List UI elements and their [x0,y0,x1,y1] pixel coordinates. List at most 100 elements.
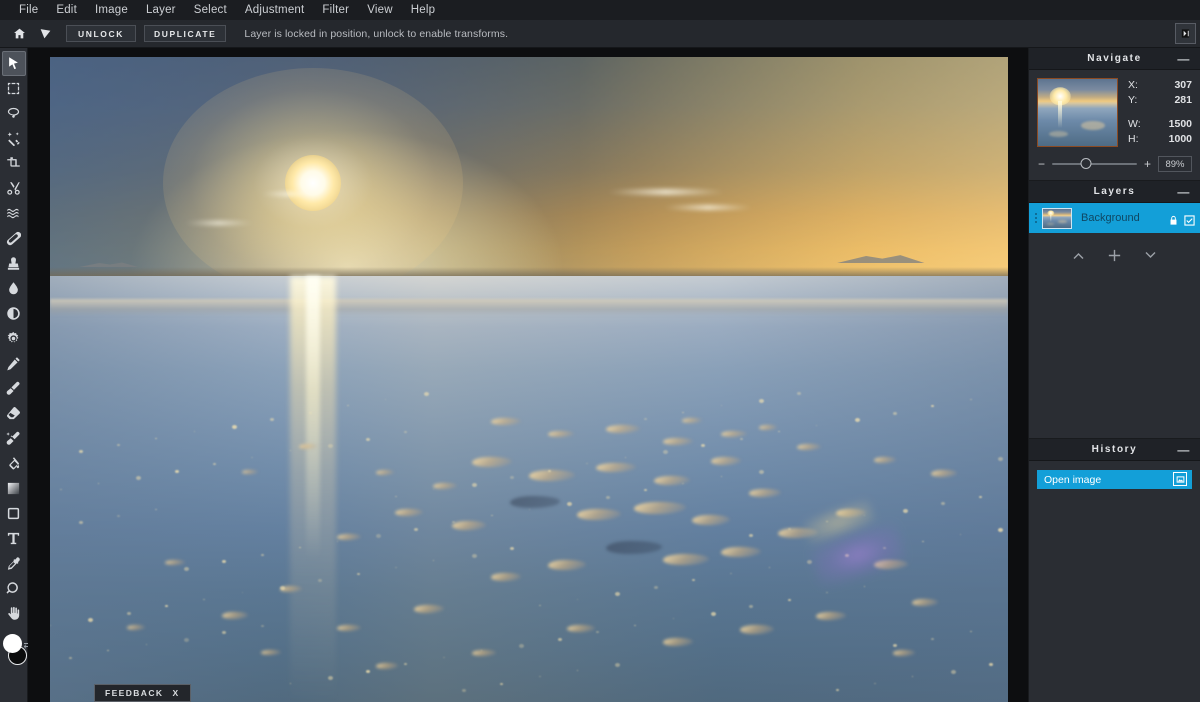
menu-item-select[interactable]: Select [185,0,236,20]
salt-crust [241,469,258,474]
menu-item-help[interactable]: Help [402,0,444,20]
waves-icon [6,206,21,221]
tools-sidebar: ⇄ [0,48,31,702]
home-icon[interactable] [6,21,32,47]
marquee-select-tool[interactable] [2,76,26,101]
menu-item-image[interactable]: Image [86,0,137,20]
move-tool-icon[interactable] [32,21,58,47]
navigator-stats: X: 307 Y: 281 W: 1500 H: 1000 [1128,78,1192,147]
unlock-button[interactable]: UNLOCK [66,25,136,42]
salt-speck [921,540,924,542]
magic-wand-tool[interactable] [2,126,26,151]
foreground-color-swatch[interactable] [2,634,22,653]
clone-stamp-tool[interactable] [2,251,26,276]
salt-speck [232,424,238,429]
shape-tool[interactable] [2,501,26,526]
lasso-tool[interactable] [2,101,26,126]
salt-speck [557,637,562,641]
lock-icon[interactable] [1168,213,1179,231]
color-swatches: ⇄ [0,632,31,678]
menu-item-file[interactable]: File [10,0,47,20]
feedback-close-icon[interactable]: X [172,688,179,698]
paintbrush-tool[interactable] [2,376,26,401]
salt-speck [787,527,791,530]
zoom-in-button[interactable]: + [1143,157,1152,171]
eraser-tool[interactable] [2,401,26,426]
eyedropper-tool[interactable] [2,551,26,576]
list-item[interactable]: Open image [1037,470,1192,489]
layers-minimize-icon[interactable]: — [1177,181,1191,203]
salt-crust [433,482,458,489]
water-drop-icon [6,281,21,296]
zoom-slider-handle[interactable] [1080,158,1092,169]
salt-speck [653,585,658,589]
zoom-control-row: − + 89% [1037,156,1192,172]
history-minimize-icon[interactable]: — [1177,439,1191,461]
salt-speck [471,482,477,487]
duplicate-button[interactable]: DUPLICATE [144,25,227,42]
navigate-panel-title: Navigate [1087,53,1142,64]
layer-visibility-checkbox[interactable] [1184,213,1195,231]
menu-item-view[interactable]: View [358,0,402,20]
stamp-icon [6,256,21,271]
stat-key: H: [1128,133,1139,145]
salt-speck [471,553,477,558]
menu-item-edit[interactable]: Edit [47,0,86,20]
menu-item-adjustment[interactable]: Adjustment [236,0,314,20]
zoom-out-button[interactable]: − [1037,157,1046,171]
zoom-slider[interactable] [1052,158,1137,169]
move-tool[interactable] [1,51,26,76]
salt-speck [394,495,397,497]
navigator-thumbnail[interactable] [1037,78,1118,147]
navigate-panel-body: X: 307 Y: 281 W: 1500 H: 1000 − + 89% [1029,70,1200,180]
layer-thumbnail[interactable] [1042,207,1072,229]
salt-crust [375,469,394,475]
text-tool[interactable] [2,526,26,551]
pencil-tool[interactable] [2,351,26,376]
crop-tool[interactable] [2,151,26,176]
hand-tool[interactable] [2,601,26,626]
dodge-burn-tool[interactable] [2,301,26,326]
options-bar: UNLOCK DUPLICATE Layer is locked in posi… [0,20,1200,48]
panel-expand-icon[interactable] [1175,23,1196,44]
canvas-area[interactable]: FEEDBACK X [28,48,1028,702]
blur-tool[interactable] [2,276,26,301]
salt-speck [711,611,717,616]
magnifier-icon [6,581,21,596]
salt-speck [145,643,147,645]
feedback-button[interactable]: FEEDBACK X [94,684,191,702]
image-layer-preview[interactable] [50,57,1008,702]
salt-speck [548,469,552,472]
paint-bucket-tool[interactable] [2,451,26,476]
effect-brush-tool[interactable] [2,426,26,451]
zoom-tool[interactable] [2,576,26,601]
drag-handle-icon[interactable] [1033,213,1039,223]
cut-tool[interactable] [2,176,26,201]
menu-bar: File Edit Image Layer Select Adjustment Filter… [0,0,1200,20]
move-layer-up-button[interactable] [1071,248,1086,263]
add-layer-button[interactable] [1106,247,1123,264]
salt-speck [576,598,578,600]
text-t-icon [6,531,21,546]
menu-item-layer[interactable]: Layer [137,0,185,20]
liquify-tool[interactable] [2,201,26,226]
move-layer-down-button[interactable] [1143,248,1158,263]
navigate-minimize-icon[interactable]: — [1177,48,1191,70]
salt-speck [308,411,312,414]
salt-speck [289,682,291,684]
salt-crust [394,508,423,516]
sharpen-tool[interactable] [2,326,26,351]
history-item-label: Open image [1044,473,1102,486]
salt-speck [260,624,264,627]
history-panel-title: History [1091,444,1138,455]
zoom-value-input[interactable]: 89% [1158,156,1192,172]
table-row[interactable]: Background [1029,203,1200,233]
salt-speck [529,508,530,510]
salt-speck [940,502,945,506]
heal-tool[interactable] [2,226,26,251]
gradient-tool[interactable] [2,476,26,501]
layer-actions [1029,237,1200,273]
options-hint-text: Layer is locked in position, unlock to e… [244,27,509,40]
menu-item-filter[interactable]: Filter [313,0,358,20]
stat-key: W: [1128,118,1141,130]
